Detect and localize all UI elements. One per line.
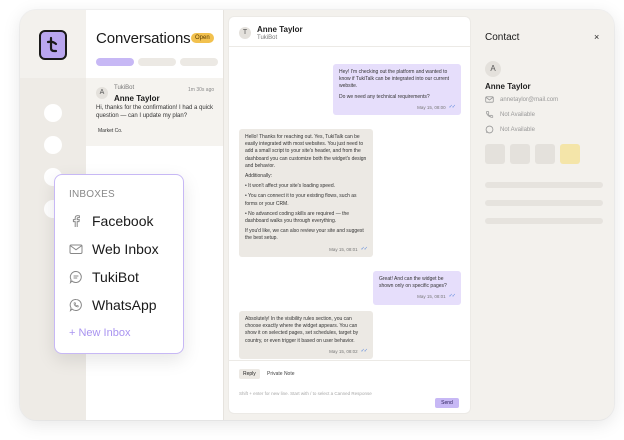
double-check-icon: ✓✓ — [360, 245, 368, 252]
message-input[interactable]: Shift + enter for new line. Start with /… — [239, 391, 372, 396]
send-button[interactable]: Send — [435, 398, 459, 408]
inbox-item-tukibot[interactable]: TukiBot — [69, 269, 139, 285]
tab[interactable] — [138, 58, 176, 66]
contact-actions — [485, 144, 580, 164]
placeholder-bar — [485, 218, 603, 224]
message-text: • It won't affect your site's loading sp… — [245, 183, 336, 190]
action-tile[interactable] — [485, 144, 505, 164]
conversation-tag: Market Co. — [98, 128, 123, 134]
contact-panel: Contact × A Anne Taylor annetaylor@mail.… — [476, 10, 614, 420]
contact-whatsapp-row: Not Available — [485, 125, 535, 134]
message-meta: May 15, 08:01 ✓✓ — [245, 245, 368, 253]
conversation-tabs — [96, 58, 218, 66]
conversation-preview: Hi, thanks for the confirmation! I had a… — [96, 105, 214, 119]
tab-active[interactable] — [96, 58, 134, 66]
facebook-icon — [72, 215, 80, 227]
inbox-label: WhatsApp — [92, 297, 157, 313]
message-text: If you'd like, we can also review your s… — [245, 228, 364, 242]
message-incoming: Hello! Thanks for reaching out. Yes, Tuk… — [239, 129, 373, 257]
message-meta: May 15, 08:01 ✓✓ — [379, 293, 456, 300]
message-meta: May 15, 08:02 ✓✓ — [245, 347, 368, 355]
double-check-icon: ✓✓ — [360, 347, 368, 354]
inboxes-popover: INBOXES Facebook Web Inbox TukiBot Whats… — [54, 174, 184, 354]
message-time: May 15, 08:01 — [417, 294, 446, 300]
chat-source: TukiBot — [257, 35, 278, 41]
tab-reply[interactable]: Reply — [239, 369, 260, 379]
message-meta: May 15, 08:00 ✓✓ — [339, 103, 456, 111]
message-time: May 15, 08:00 — [417, 104, 446, 110]
conversations-title: Conversations — [96, 30, 191, 47]
contact-email: annetaylor@mail.com — [500, 96, 559, 103]
message-incoming: Absolutely! In the visibility rules sect… — [239, 311, 373, 360]
placeholder-bar — [485, 182, 603, 188]
rail-nav-item[interactable] — [44, 136, 62, 154]
phone-icon — [486, 110, 494, 118]
message-text: Additionally: — [245, 173, 272, 180]
divider — [229, 46, 470, 47]
close-icon[interactable]: × — [594, 32, 599, 42]
inbox-item-facebook[interactable]: Facebook — [69, 213, 153, 229]
contact-phone-row: Not Available — [485, 110, 535, 119]
tab-private-note[interactable]: Private Note — [263, 369, 299, 379]
message-text: • You can connect it to your existing fl… — [245, 193, 357, 207]
contact-email-row: annetaylor@mail.com — [485, 95, 558, 104]
tukitalk-logo-icon[interactable] — [39, 30, 67, 60]
status-badge[interactable]: Open — [191, 33, 214, 43]
action-tile[interactable] — [510, 144, 530, 164]
contact-phone: Not Available — [500, 111, 535, 118]
contact-title: Contact — [485, 32, 520, 43]
rail-nav-item[interactable] — [44, 104, 62, 122]
chat-panel: T Anne Taylor TukiBot Hey! I'm checking … — [228, 16, 471, 414]
action-tile[interactable] — [535, 144, 555, 164]
new-inbox-button[interactable]: + New Inbox — [69, 327, 130, 339]
double-check-icon: ✓✓ — [448, 103, 456, 110]
avatar: A — [96, 87, 108, 99]
inbox-item-web-inbox[interactable]: Web Inbox — [69, 241, 159, 257]
avatar: T — [239, 27, 251, 39]
mail-icon — [485, 96, 494, 103]
avatar: A — [485, 61, 501, 77]
conversation-source: TukiBot — [114, 85, 135, 91]
message-text: Hey! I'm checking out the platform and w… — [339, 69, 450, 90]
chat-bubble-icon — [69, 270, 82, 284]
message-time: May 15, 08:02 — [329, 348, 358, 354]
conversation-time: 1m 30s ago — [188, 87, 215, 93]
action-tile[interactable] — [560, 144, 580, 164]
contact-whatsapp: Not Available — [500, 126, 535, 133]
double-check-icon: ✓✓ — [448, 293, 456, 300]
message-text: Great! And can the widget be shown only … — [379, 276, 447, 290]
inbox-label: Facebook — [92, 213, 154, 229]
whatsapp-icon — [485, 125, 494, 134]
conversation-name: Anne Taylor — [114, 94, 160, 103]
message-text: • No advanced coding skills are required… — [245, 210, 350, 225]
placeholder-bar — [485, 200, 603, 206]
message-time: May 15, 08:01 — [329, 246, 358, 252]
message-text: Absolutely! In the visibility rules sect… — [245, 316, 359, 344]
divider — [229, 360, 470, 361]
chat-contact-name: Anne Taylor — [257, 25, 303, 34]
message-text: Do we need any technical requirements? — [339, 93, 430, 100]
tab[interactable] — [180, 58, 218, 66]
inbox-label: Web Inbox — [92, 241, 159, 257]
message-text: Hello! Thanks for reaching out. Yes, Tuk… — [245, 134, 367, 169]
message-outgoing: Hey! I'm checking out the platform and w… — [333, 64, 461, 116]
message-outgoing: Great! And can the widget be shown only … — [373, 271, 461, 305]
whatsapp-icon — [69, 299, 82, 312]
inbox-label: TukiBot — [92, 269, 139, 285]
inbox-item-whatsapp[interactable]: WhatsApp — [69, 297, 157, 313]
mail-icon — [69, 244, 83, 254]
contact-name: Anne Taylor — [485, 82, 531, 91]
inboxes-title: INBOXES — [69, 189, 115, 200]
